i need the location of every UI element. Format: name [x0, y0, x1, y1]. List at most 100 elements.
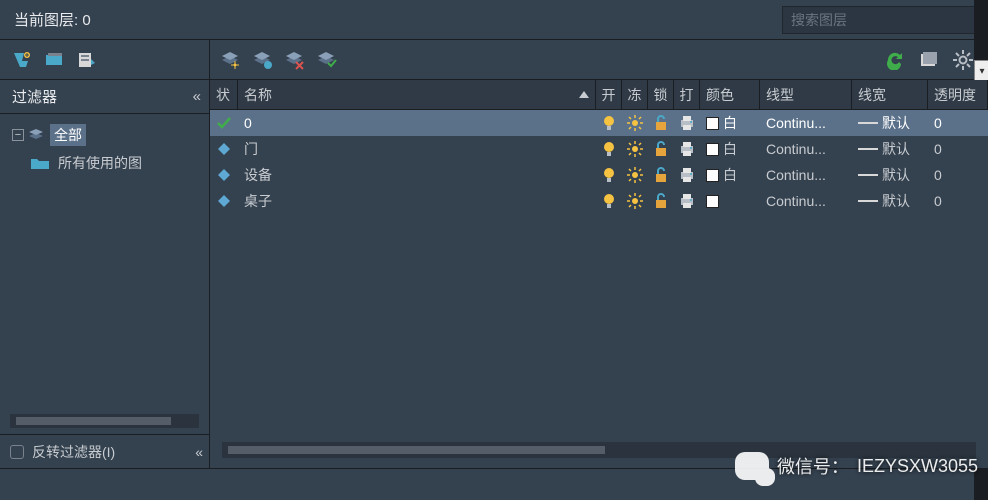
sidebar-scrollbar[interactable]: [10, 414, 199, 428]
linetype-cell[interactable]: Continu...: [760, 193, 852, 209]
col-color[interactable]: 颜色: [700, 80, 760, 109]
layer-row[interactable]: 设备 白Continu...默认0: [210, 162, 988, 188]
col-opacity[interactable]: 透明度: [928, 80, 988, 109]
invert-filter-label: 反转过滤器(I): [32, 442, 115, 462]
col-status[interactable]: 状: [210, 80, 238, 109]
main-scrollbar[interactable]: [222, 442, 976, 458]
lineweight-sample: [858, 148, 878, 150]
lock-toggle-icon[interactable]: [648, 167, 674, 183]
col-name[interactable]: 名称: [238, 80, 596, 109]
col-on[interactable]: 开: [596, 80, 622, 109]
search-box[interactable]: [782, 6, 982, 34]
on-toggle-icon[interactable]: [596, 167, 622, 183]
lineweight-cell[interactable]: 默认: [852, 113, 928, 133]
freeze-toggle-icon[interactable]: [622, 141, 648, 157]
lineweight-cell[interactable]: 默认: [852, 165, 928, 185]
lineweight-cell[interactable]: 默认: [852, 139, 928, 159]
tree-collapse-icon[interactable]: −: [12, 129, 24, 141]
plot-toggle-icon[interactable]: [674, 193, 700, 209]
new-layer-freeze-icon[interactable]: [252, 49, 274, 71]
plot-toggle-icon[interactable]: [674, 141, 700, 157]
invert-filter-checkbox[interactable]: [10, 445, 24, 459]
linetype-cell[interactable]: Continu...: [760, 167, 852, 183]
freeze-toggle-icon[interactable]: [622, 115, 648, 131]
current-layer-title: 当前图层: 0: [0, 9, 105, 30]
opacity-cell[interactable]: 0: [928, 167, 988, 183]
toggle-overrides-icon[interactable]: [918, 49, 940, 71]
color-cell[interactable]: [700, 195, 760, 208]
search-input[interactable]: [783, 12, 980, 28]
title-prefix: 当前图层:: [14, 12, 78, 29]
layer-states-icon[interactable]: [76, 49, 98, 71]
lock-toggle-icon[interactable]: [648, 115, 674, 131]
on-toggle-icon[interactable]: [596, 115, 622, 131]
plot-toggle-icon[interactable]: [674, 115, 700, 131]
lineweight-sample: [858, 122, 878, 124]
status-footer: [0, 468, 988, 500]
content-area: 过滤器 « − 全部 所有使用的图 反转过滤器(I) « 状 名称: [0, 80, 988, 468]
col-linetype[interactable]: 线型: [760, 80, 852, 109]
filter-sidebar: 过滤器 « − 全部 所有使用的图 反转过滤器(I) «: [0, 80, 210, 468]
refresh-icon[interactable]: [884, 49, 906, 71]
tree-root-label: 全部: [50, 124, 86, 146]
lock-toggle-icon[interactable]: [648, 193, 674, 209]
new-group-filter-icon[interactable]: [44, 49, 66, 71]
tree-child[interactable]: 所有使用的图: [30, 150, 205, 176]
layer-name-cell[interactable]: 桌子: [238, 191, 596, 211]
status-icon: [210, 168, 238, 182]
lineweight-sample: [858, 200, 878, 202]
col-plot[interactable]: 打: [674, 80, 700, 109]
opacity-cell[interactable]: 0: [928, 115, 988, 131]
settings-gear-icon[interactable]: [952, 49, 974, 71]
invert-filter-row: 反转过滤器(I) «: [0, 434, 209, 468]
set-current-icon[interactable]: [316, 49, 338, 71]
tree-child-label: 所有使用的图: [54, 152, 146, 174]
color-swatch[interactable]: [706, 195, 719, 208]
lock-toggle-icon[interactable]: [648, 141, 674, 157]
plot-toggle-icon[interactable]: [674, 167, 700, 183]
new-layer-icon[interactable]: [220, 49, 242, 71]
layer-grid: 状 名称 开 冻 锁 打 颜色 线型 线宽 透明度 0白Continu...默认…: [210, 80, 988, 468]
new-property-filter-icon[interactable]: [12, 49, 34, 71]
status-icon: [210, 142, 238, 156]
layer-name-cell[interactable]: 0: [238, 115, 596, 131]
filter-tree: − 全部 所有使用的图: [0, 114, 209, 408]
on-toggle-icon[interactable]: [596, 193, 622, 209]
color-cell[interactable]: 白: [700, 113, 760, 133]
lineweight-sample: [858, 174, 878, 176]
collapse-sidebar-icon[interactable]: «: [193, 88, 197, 105]
col-lineweight[interactable]: 线宽: [852, 80, 928, 109]
grid-header: 状 名称 开 冻 锁 打 颜色 线型 线宽 透明度: [210, 80, 988, 110]
layer-name-cell[interactable]: 设备: [238, 165, 596, 185]
layer-row[interactable]: 门 白Continu...默认0: [210, 136, 988, 162]
title-bar: 当前图层: 0: [0, 0, 988, 40]
on-toggle-icon[interactable]: [596, 141, 622, 157]
collapse-footer-icon[interactable]: «: [195, 444, 199, 460]
opacity-cell[interactable]: 0: [928, 141, 988, 157]
freeze-toggle-icon[interactable]: [622, 193, 648, 209]
color-cell[interactable]: 白: [700, 165, 760, 185]
delete-layer-icon[interactable]: [284, 49, 306, 71]
sort-asc-icon: [579, 91, 589, 98]
col-lock[interactable]: 锁: [648, 80, 674, 109]
freeze-toggle-icon[interactable]: [622, 167, 648, 183]
filter-title: 过滤器: [12, 86, 57, 107]
collapsed-dropdown[interactable]: ▾: [974, 60, 988, 82]
color-swatch[interactable]: [706, 169, 719, 182]
filter-header: 过滤器 «: [0, 80, 209, 114]
toolbar: [0, 40, 988, 80]
tree-root[interactable]: − 全部: [12, 122, 205, 148]
grid-body: 0白Continu...默认0门白Continu...默认0设备白Continu…: [210, 110, 988, 436]
color-cell[interactable]: 白: [700, 139, 760, 159]
layer-row[interactable]: 桌子 Continu...默认0: [210, 188, 988, 214]
linetype-cell[interactable]: Continu...: [760, 115, 852, 131]
opacity-cell[interactable]: 0: [928, 193, 988, 209]
linetype-cell[interactable]: Continu...: [760, 141, 852, 157]
color-swatch[interactable]: [706, 117, 719, 130]
col-freeze[interactable]: 冻: [622, 80, 648, 109]
status-icon: [210, 116, 238, 130]
lineweight-cell[interactable]: 默认: [852, 191, 928, 211]
color-swatch[interactable]: [706, 143, 719, 156]
layer-name-cell[interactable]: 门: [238, 139, 596, 159]
layer-row[interactable]: 0白Continu...默认0: [210, 110, 988, 136]
